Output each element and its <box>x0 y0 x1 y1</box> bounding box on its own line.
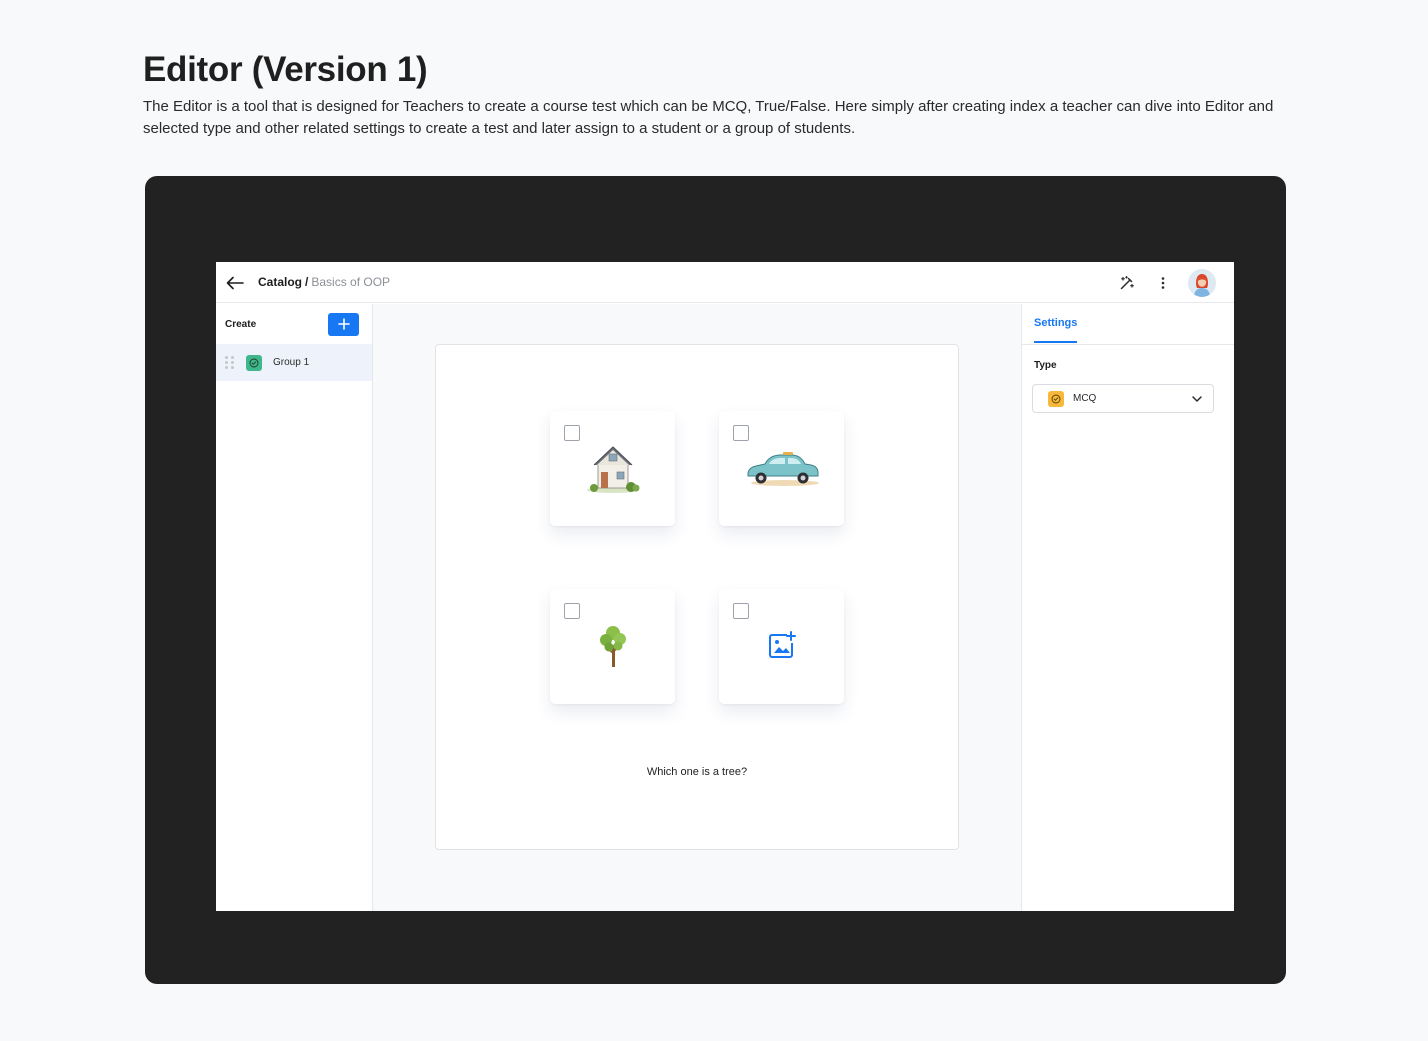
sidebar-item-label: Group 1 <box>273 357 310 368</box>
editor-canvas: Which one is a tree? <box>373 304 1021 911</box>
breadcrumb: Catalog / Basics of OOP <box>258 275 390 289</box>
sidebar: Create Group 1 <box>216 304 373 911</box>
group-type-badge <box>246 354 262 371</box>
mcq-badge <box>1048 390 1064 407</box>
breadcrumb-current: Basics of OOP <box>311 275 391 289</box>
add-image-icon <box>768 631 796 658</box>
house-icon <box>586 446 639 493</box>
add-group-button[interactable] <box>328 312 359 336</box>
answer-option-house[interactable] <box>550 411 675 526</box>
check-circle-icon <box>249 358 259 367</box>
sidebar-item-group-1[interactable]: Group 1 <box>216 344 372 381</box>
answer-option-tree[interactable] <box>550 589 675 704</box>
type-value: MCQ <box>1073 393 1097 404</box>
back-arrow-icon <box>226 276 244 290</box>
tree-icon <box>599 626 626 667</box>
more-options-button[interactable] <box>1152 272 1174 294</box>
sidebar-header: Create <box>216 304 372 344</box>
magic-wand-button[interactable] <box>1116 272 1138 294</box>
house-image <box>550 433 675 503</box>
editor-app: Catalog / Basics of OOP Create Group 1 W… <box>216 262 1234 911</box>
topbar-actions <box>1116 269 1216 297</box>
settings-panel: Settings Type MCQ <box>1021 304 1234 911</box>
create-label: Create <box>225 318 257 330</box>
magic-wand-icon <box>1120 275 1134 290</box>
question-card: Which one is a tree? <box>435 344 959 850</box>
question-text[interactable]: Which one is a tree? <box>436 766 958 778</box>
more-vertical-icon <box>1161 277 1165 289</box>
tab-settings[interactable]: Settings <box>1034 317 1078 343</box>
type-select[interactable]: MCQ <box>1032 384 1214 413</box>
plus-icon <box>337 318 350 330</box>
settings-tab-row: Settings <box>1022 304 1234 345</box>
page-description: The Editor is a tool that is designed fo… <box>143 98 1274 137</box>
add-image-placeholder[interactable] <box>719 611 844 681</box>
drag-handle-icon[interactable] <box>225 355 235 370</box>
type-label: Type <box>1034 360 1057 371</box>
chevron-down-icon <box>1192 396 1202 402</box>
tree-image <box>550 611 675 681</box>
breadcrumb-catalog[interactable]: Catalog <box>258 275 302 289</box>
car-image <box>719 433 844 503</box>
page-title: Editor (Version 1) <box>143 50 428 89</box>
answer-option-car[interactable] <box>719 411 844 526</box>
back-button[interactable] <box>224 272 246 294</box>
check-circle-icon <box>1051 394 1061 403</box>
user-avatar-icon <box>1188 269 1216 297</box>
avatar[interactable] <box>1188 269 1216 297</box>
top-bar: Catalog / Basics of OOP <box>216 262 1234 303</box>
breadcrumb-separator: / <box>305 275 309 289</box>
car-icon <box>747 452 819 486</box>
answer-option-add-image[interactable] <box>719 589 844 704</box>
